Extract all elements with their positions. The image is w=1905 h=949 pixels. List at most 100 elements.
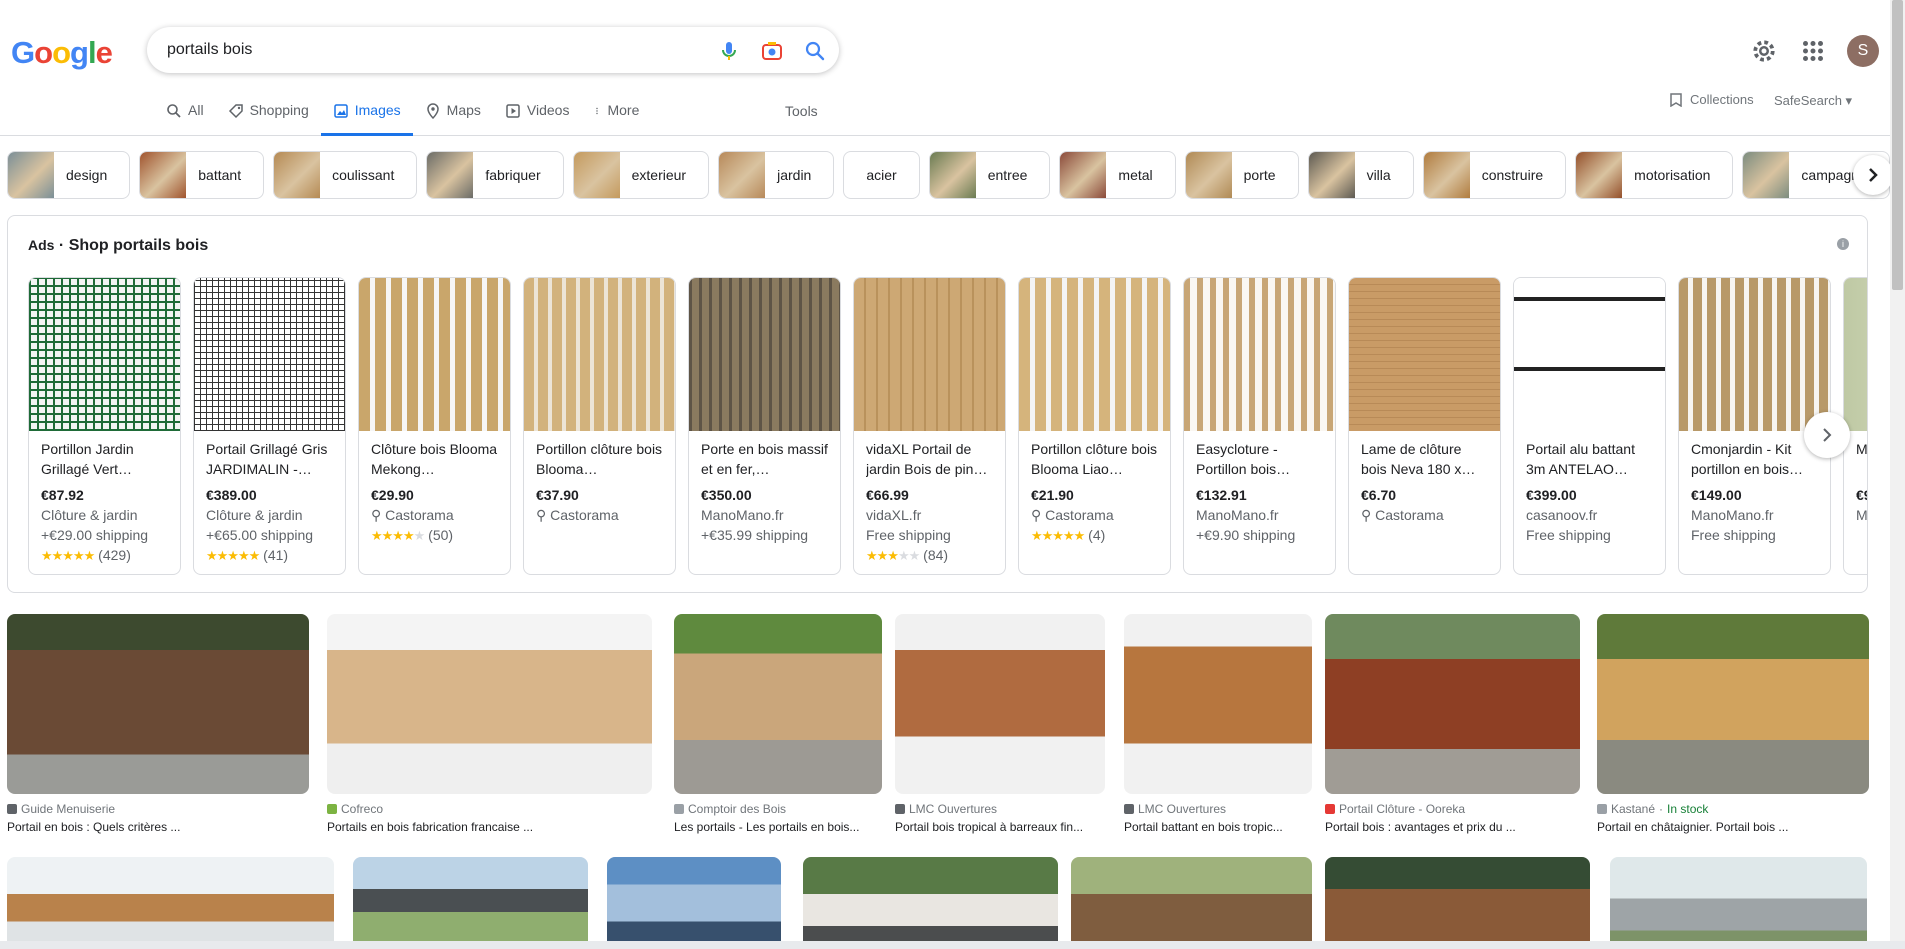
chip-battant[interactable]: battant: [139, 151, 265, 199]
camera-lens-icon[interactable]: [760, 39, 784, 63]
product-card[interactable]: Portillon clôture bois Blooma Liao… €21.9…: [1018, 277, 1171, 575]
product-shipping: Free shipping: [1526, 527, 1611, 543]
product-image: [524, 278, 675, 431]
chip-fabriquer[interactable]: fabriquer: [426, 151, 564, 199]
result-thumbnail[interactable]: [607, 857, 781, 949]
result-thumbnail[interactable]: [1071, 857, 1312, 949]
chip-construire[interactable]: construire: [1422, 151, 1567, 199]
image-result[interactable]: Comptoir des Bois Les portails - Les port…: [674, 614, 882, 834]
chip-exterieur[interactable]: exterieur: [572, 151, 710, 199]
page-scrollbar[interactable]: [1890, 0, 1905, 949]
search-icon[interactable]: [803, 39, 827, 63]
image-result[interactable]: LMC Ouvertures Portail bois tropical à ba…: [895, 614, 1105, 834]
search-box[interactable]: [147, 27, 839, 73]
chip-acier[interactable]: acier: [843, 151, 920, 199]
chip-porte[interactable]: porte: [1184, 151, 1299, 199]
product-rating: ★★★★★ (429): [41, 545, 168, 566]
logo-letter: o: [52, 35, 71, 70]
product-card[interactable]: Portail Grillagé Gris JARDIMALIN -… €389.…: [193, 277, 346, 575]
image-result[interactable]: Kastané · In stock Portail en châtaignier…: [1597, 614, 1869, 834]
chip-entree[interactable]: entree: [928, 151, 1051, 199]
product-name: Portail Grillagé Gris JARDIMALIN -…: [206, 441, 328, 477]
product-card[interactable]: vidaXL Portail de jardin Bois de pin… €66…: [853, 277, 1006, 575]
product-store: ⚲ Castorama: [1031, 505, 1158, 525]
image-result[interactable]: LMC Ouvertures Portail battant en bois tr…: [1124, 614, 1312, 834]
result-thumbnail[interactable]: [7, 614, 309, 794]
tools-button[interactable]: Tools: [785, 103, 818, 119]
chip-jardin[interactable]: jardin: [718, 151, 835, 199]
result-source: LMC Ouvertures: [1124, 802, 1312, 816]
result-thumbnail[interactable]: [1610, 857, 1867, 949]
image-result[interactable]: Guide Menuiserie Portail en bois : Quels …: [7, 614, 309, 834]
tag-icon: [228, 104, 243, 119]
product-info: Lame de clôture bois Neva 180 x… €6.70 ⚲ C…: [1349, 431, 1500, 533]
product-card[interactable]: Portillon clôture bois Blooma… €37.90 ⚲ Ca…: [523, 277, 676, 575]
gear-icon[interactable]: [1749, 36, 1779, 66]
product-card[interactable]: Portail alu battant 3m ANTELAO… €399.00 ca…: [1513, 277, 1666, 575]
product-rating: ★★★★★ (4): [1031, 525, 1158, 546]
product-info: Clôture bois Blooma Mekong… €29.90 ⚲ Casto…: [359, 431, 510, 554]
product-card[interactable]: Portillon Jardin Grillagé Vert… €87.92 Clô…: [28, 277, 181, 575]
result-thumbnail[interactable]: [674, 614, 882, 794]
tab-images[interactable]: Images: [320, 98, 413, 136]
result-source: Kastané · In stock: [1597, 802, 1869, 816]
tab-label: Images: [354, 102, 401, 118]
tab-more[interactable]: More: [593, 98, 639, 136]
google-logo[interactable]: Google: [11, 35, 113, 71]
product-card[interactable]: Clôture bois Blooma Mekong… €29.90 ⚲ Casto…: [358, 277, 511, 575]
product-info: Portail alu battant 3m ANTELAO… €399.00 ca…: [1514, 431, 1665, 553]
image-result[interactable]: Portail Clôture - Ooreka Portail bois : a…: [1325, 614, 1580, 834]
collections-link[interactable]: Collections: [1670, 92, 1754, 107]
image-icon: [333, 104, 348, 118]
chip-thumbnail: [1423, 152, 1470, 198]
result-caption: Les portails - Les portails en bois...: [674, 820, 860, 834]
safesearch-dropdown[interactable]: SafeSearch ▾: [1774, 93, 1852, 109]
result-thumbnail[interactable]: [895, 614, 1105, 794]
product-card[interactable]: Lame de clôture bois Neva 180 x… €6.70 ⚲ C…: [1348, 277, 1501, 575]
chip-label: design: [66, 167, 108, 183]
tab-maps[interactable]: Maps: [425, 98, 481, 136]
result-thumbnail[interactable]: [1325, 857, 1590, 949]
rating-stars-empty: ★: [413, 528, 426, 543]
dots-icon: [596, 107, 599, 115]
logo-letter: g: [70, 35, 89, 70]
tab-videos[interactable]: Videos: [505, 98, 569, 136]
result-thumbnail[interactable]: [327, 614, 652, 794]
product-card[interactable]: Porte en bois massif et en fer,… €350.00 M…: [688, 277, 841, 575]
result-thumbnail[interactable]: [1597, 614, 1869, 794]
result-thumbnail[interactable]: [1325, 614, 1580, 794]
account-avatar[interactable]: S: [1847, 35, 1879, 67]
image-result[interactable]: Cofreco Portails en bois fabrication fran…: [327, 614, 652, 834]
source-name: LMC Ouvertures: [909, 802, 998, 816]
chip-metal[interactable]: metal: [1059, 151, 1176, 199]
chip-coulissant[interactable]: coulissant: [273, 151, 418, 199]
ads-next-button[interactable]: [1804, 412, 1850, 458]
chip-motorisation[interactable]: motorisation: [1575, 151, 1734, 199]
logo-letter: l: [87, 35, 97, 70]
product-price: €350.00: [701, 487, 752, 503]
chips-next-button[interactable]: [1853, 155, 1893, 195]
result-thumbnail[interactable]: [7, 857, 334, 949]
search-input[interactable]: [167, 38, 687, 62]
product-name: Ma…: [1856, 441, 1868, 457]
apps-grid-icon[interactable]: [1798, 36, 1828, 66]
result-thumbnail[interactable]: [1124, 614, 1312, 794]
chip-design[interactable]: design: [7, 151, 131, 199]
scrollbar-thumb[interactable]: [1892, 0, 1903, 290]
microphone-icon[interactable]: [717, 39, 741, 63]
product-shipping: +€35.99 shipping: [701, 527, 809, 543]
result-thumbnail[interactable]: [353, 857, 588, 949]
tab-all[interactable]: All: [166, 98, 204, 136]
chip-villa[interactable]: villa: [1307, 151, 1414, 199]
info-icon[interactable]: i: [1837, 238, 1849, 250]
rating-stars-icon: ★★★★★: [41, 548, 95, 563]
tab-shopping[interactable]: Shopping: [228, 98, 309, 136]
rating-count: (429): [94, 547, 131, 563]
product-card[interactable]: Easycloture - Portillon bois… €132.91 Mano…: [1183, 277, 1336, 575]
product-store: ⚲ Castorama: [371, 505, 498, 525]
result-thumbnail[interactable]: [803, 857, 1058, 949]
chip-thumbnail: [1576, 152, 1623, 198]
rating-stars-icon: ★★★★★: [206, 548, 260, 563]
rating-stars-icon: ★★★★★: [1031, 528, 1085, 543]
site-favicon-icon: [7, 804, 17, 814]
